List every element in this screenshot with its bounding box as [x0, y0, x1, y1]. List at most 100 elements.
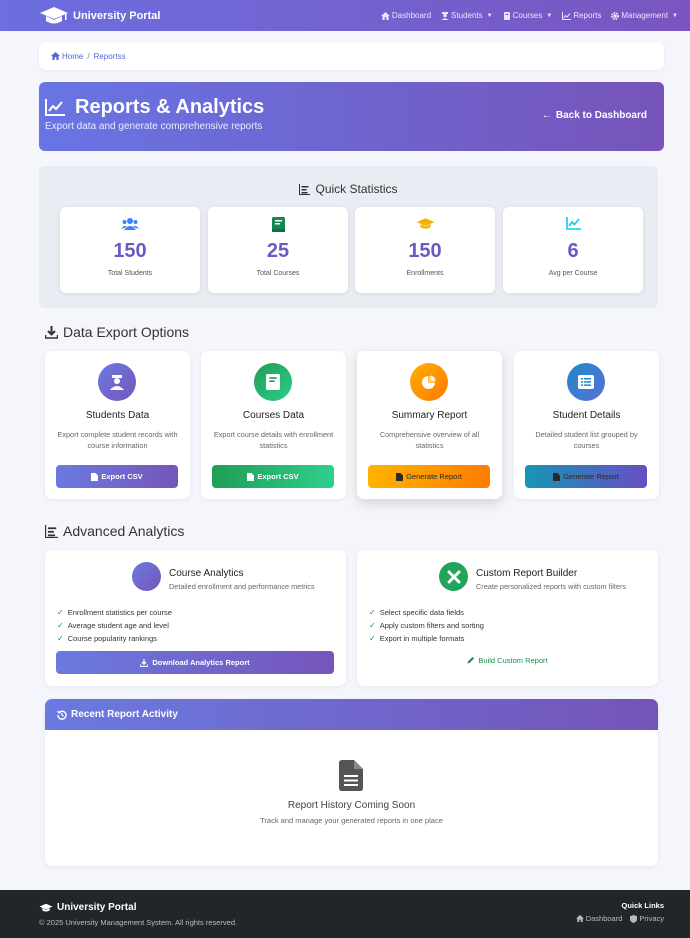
export-card-courses: Courses Data Export course details with … — [201, 351, 346, 499]
export-card-description: Export course details with enrollment st… — [213, 430, 334, 450]
course-analytics-title: Course Analytics — [169, 568, 244, 579]
stat-value: 6 — [567, 240, 579, 262]
stat-label: Total Students — [107, 270, 153, 277]
course-analytics-card: Course Analytics Detailed enrollment and… — [45, 550, 346, 686]
top-navbar: University Portal Dashboard Students ▼ C… — [0, 0, 690, 31]
export-card-summary: Summary Report Comprehensive overview of… — [357, 351, 502, 499]
breadcrumb-home-label: Home — [62, 51, 84, 61]
export-card-title: Summary Report — [391, 410, 468, 421]
quick-statistics-title: Quick Statistics — [315, 182, 398, 196]
home-icon — [51, 52, 60, 60]
stat-label: Total Courses — [256, 270, 300, 277]
list-item: ✓ Enrollment statistics per course — [57, 606, 172, 619]
build-custom-report-button[interactable]: Build Custom Report — [357, 656, 658, 665]
feature-text: Course popularity rankings — [67, 634, 157, 643]
feature-text: Select specific data fields — [379, 608, 464, 617]
export-section-title: Data Export Options — [63, 324, 190, 340]
home-icon — [380, 11, 390, 20]
feature-text: Average student age and level — [67, 621, 169, 630]
recent-activity-header: Recent Report Activity — [45, 699, 658, 730]
nav-students[interactable]: Students ▼ — [441, 11, 493, 20]
page-header-banner: Reports & Analytics Export data and gene… — [39, 82, 664, 151]
check-icon: ✓ — [57, 634, 64, 643]
footer-brand: University Portal — [39, 902, 136, 913]
footer-copyright: © 2025 University Management System. All… — [39, 918, 238, 927]
footer: University Portal © 2025 University Mana… — [0, 890, 690, 938]
nav-dashboard[interactable]: Dashboard — [380, 11, 431, 20]
file-icon — [553, 472, 561, 481]
breadcrumb-current[interactable]: Reportss — [94, 52, 126, 61]
nav-reports[interactable]: Reports — [562, 11, 601, 20]
stat-label: Avg per Course — [548, 270, 598, 277]
export-section-heading: Data Export Options — [45, 324, 189, 340]
graduation-cap-icon — [355, 217, 495, 231]
export-students-csv-button[interactable]: Export CSV — [56, 465, 178, 488]
export-courses-csv-label: Export CSV — [257, 472, 299, 481]
breadcrumb-separator: / — [87, 51, 90, 61]
list-item: ✓ Average student age and level — [57, 619, 172, 632]
stat-card-total-courses: 25 Total Courses — [208, 207, 348, 293]
quick-links-title: Quick Links — [621, 901, 664, 910]
download-analytics-report-button[interactable]: Download Analytics Report — [56, 651, 334, 674]
course-analytics-features: ✓ Enrollment statistics per course ✓ Avera… — [57, 606, 172, 645]
download-analytics-report-label: Download Analytics Report — [152, 658, 250, 667]
export-card-description: Export complete student records with cou… — [57, 430, 178, 450]
analytics-section-heading: Advanced Analytics — [45, 523, 184, 539]
export-students-csv-label: Export CSV — [101, 472, 143, 481]
footer-link-privacy[interactable]: Privacy — [630, 914, 664, 923]
download-icon — [45, 325, 58, 339]
chart-bar-icon — [132, 562, 161, 591]
footer-link-label: Dashboard — [585, 914, 623, 923]
export-courses-csv-button[interactable]: Export CSV — [212, 465, 334, 488]
build-custom-report-label: Build Custom Report — [478, 656, 548, 665]
export-card-students: Students Data Export complete student re… — [45, 351, 190, 499]
tools-icon — [439, 562, 468, 591]
nav-courses[interactable]: Courses ▼ — [503, 11, 553, 20]
list-chart-icon — [299, 183, 311, 195]
export-card-description: Comprehensive overview of all statistics — [379, 430, 480, 450]
stat-card-total-students: 150 Total Students — [60, 207, 200, 293]
stat-card-avg-per-course: 6 Avg per Course — [503, 207, 643, 293]
chevron-down-icon: ▼ — [546, 12, 553, 19]
chevron-down-icon: ▼ — [486, 12, 493, 19]
book-icon — [503, 11, 511, 20]
download-icon — [140, 658, 149, 667]
check-icon: ✓ — [369, 608, 376, 617]
breadcrumb: Home / Reportss — [39, 42, 664, 70]
list-item: ✓ Select specific data fields — [369, 606, 484, 619]
generate-summary-report-button[interactable]: Generate Report — [368, 465, 490, 488]
arrow-left-icon: ← — [541, 110, 552, 121]
stat-value: 150 — [113, 240, 147, 262]
file-icon — [396, 472, 404, 481]
chart-line-icon — [503, 217, 643, 230]
nav-management[interactable]: Management ▼ — [611, 11, 678, 20]
footer-link-dashboard[interactable]: Dashboard — [575, 914, 623, 923]
gear-icon — [611, 11, 620, 20]
graduation-cap-icon — [39, 6, 69, 26]
shield-icon — [630, 914, 638, 923]
feature-text: Apply custom filters and sorting — [379, 621, 484, 630]
users-icon — [60, 217, 200, 231]
breadcrumb-home[interactable]: Home — [51, 52, 83, 61]
export-card-title: Students Data — [85, 410, 150, 421]
stat-value: 25 — [266, 240, 290, 262]
check-icon: ✓ — [57, 608, 64, 617]
book-icon — [208, 217, 348, 232]
generate-student-details-button[interactable]: Generate Report — [525, 465, 647, 488]
recent-report-activity-card: Recent Report Activity Report History Co… — [45, 699, 658, 866]
empty-state-subtitle: Track and manage your generated reports … — [260, 816, 443, 825]
custom-report-builder-card: Custom Report Builder Create personalize… — [357, 550, 658, 686]
user-graduate-icon — [98, 363, 136, 401]
custom-report-subtitle: Create personalized reports with custom … — [476, 582, 627, 591]
custom-report-features: ✓ Select specific data fields ✓ Apply cust… — [369, 606, 484, 645]
page-title: Reports & Analytics — [75, 96, 265, 118]
brand[interactable]: University Portal — [39, 6, 160, 26]
history-icon — [57, 709, 67, 720]
footer-links: Dashboard Privacy — [575, 914, 664, 923]
quick-statistics-panel: Quick Statistics 150 Total Students 25 T… — [39, 166, 658, 308]
back-to-dashboard-button[interactable]: ← Back to Dashboard — [542, 110, 647, 121]
book-icon — [254, 363, 292, 401]
graduation-cap-icon — [39, 903, 53, 913]
nav-courses-label: Courses — [512, 11, 543, 20]
chart-pie-icon — [410, 363, 448, 401]
